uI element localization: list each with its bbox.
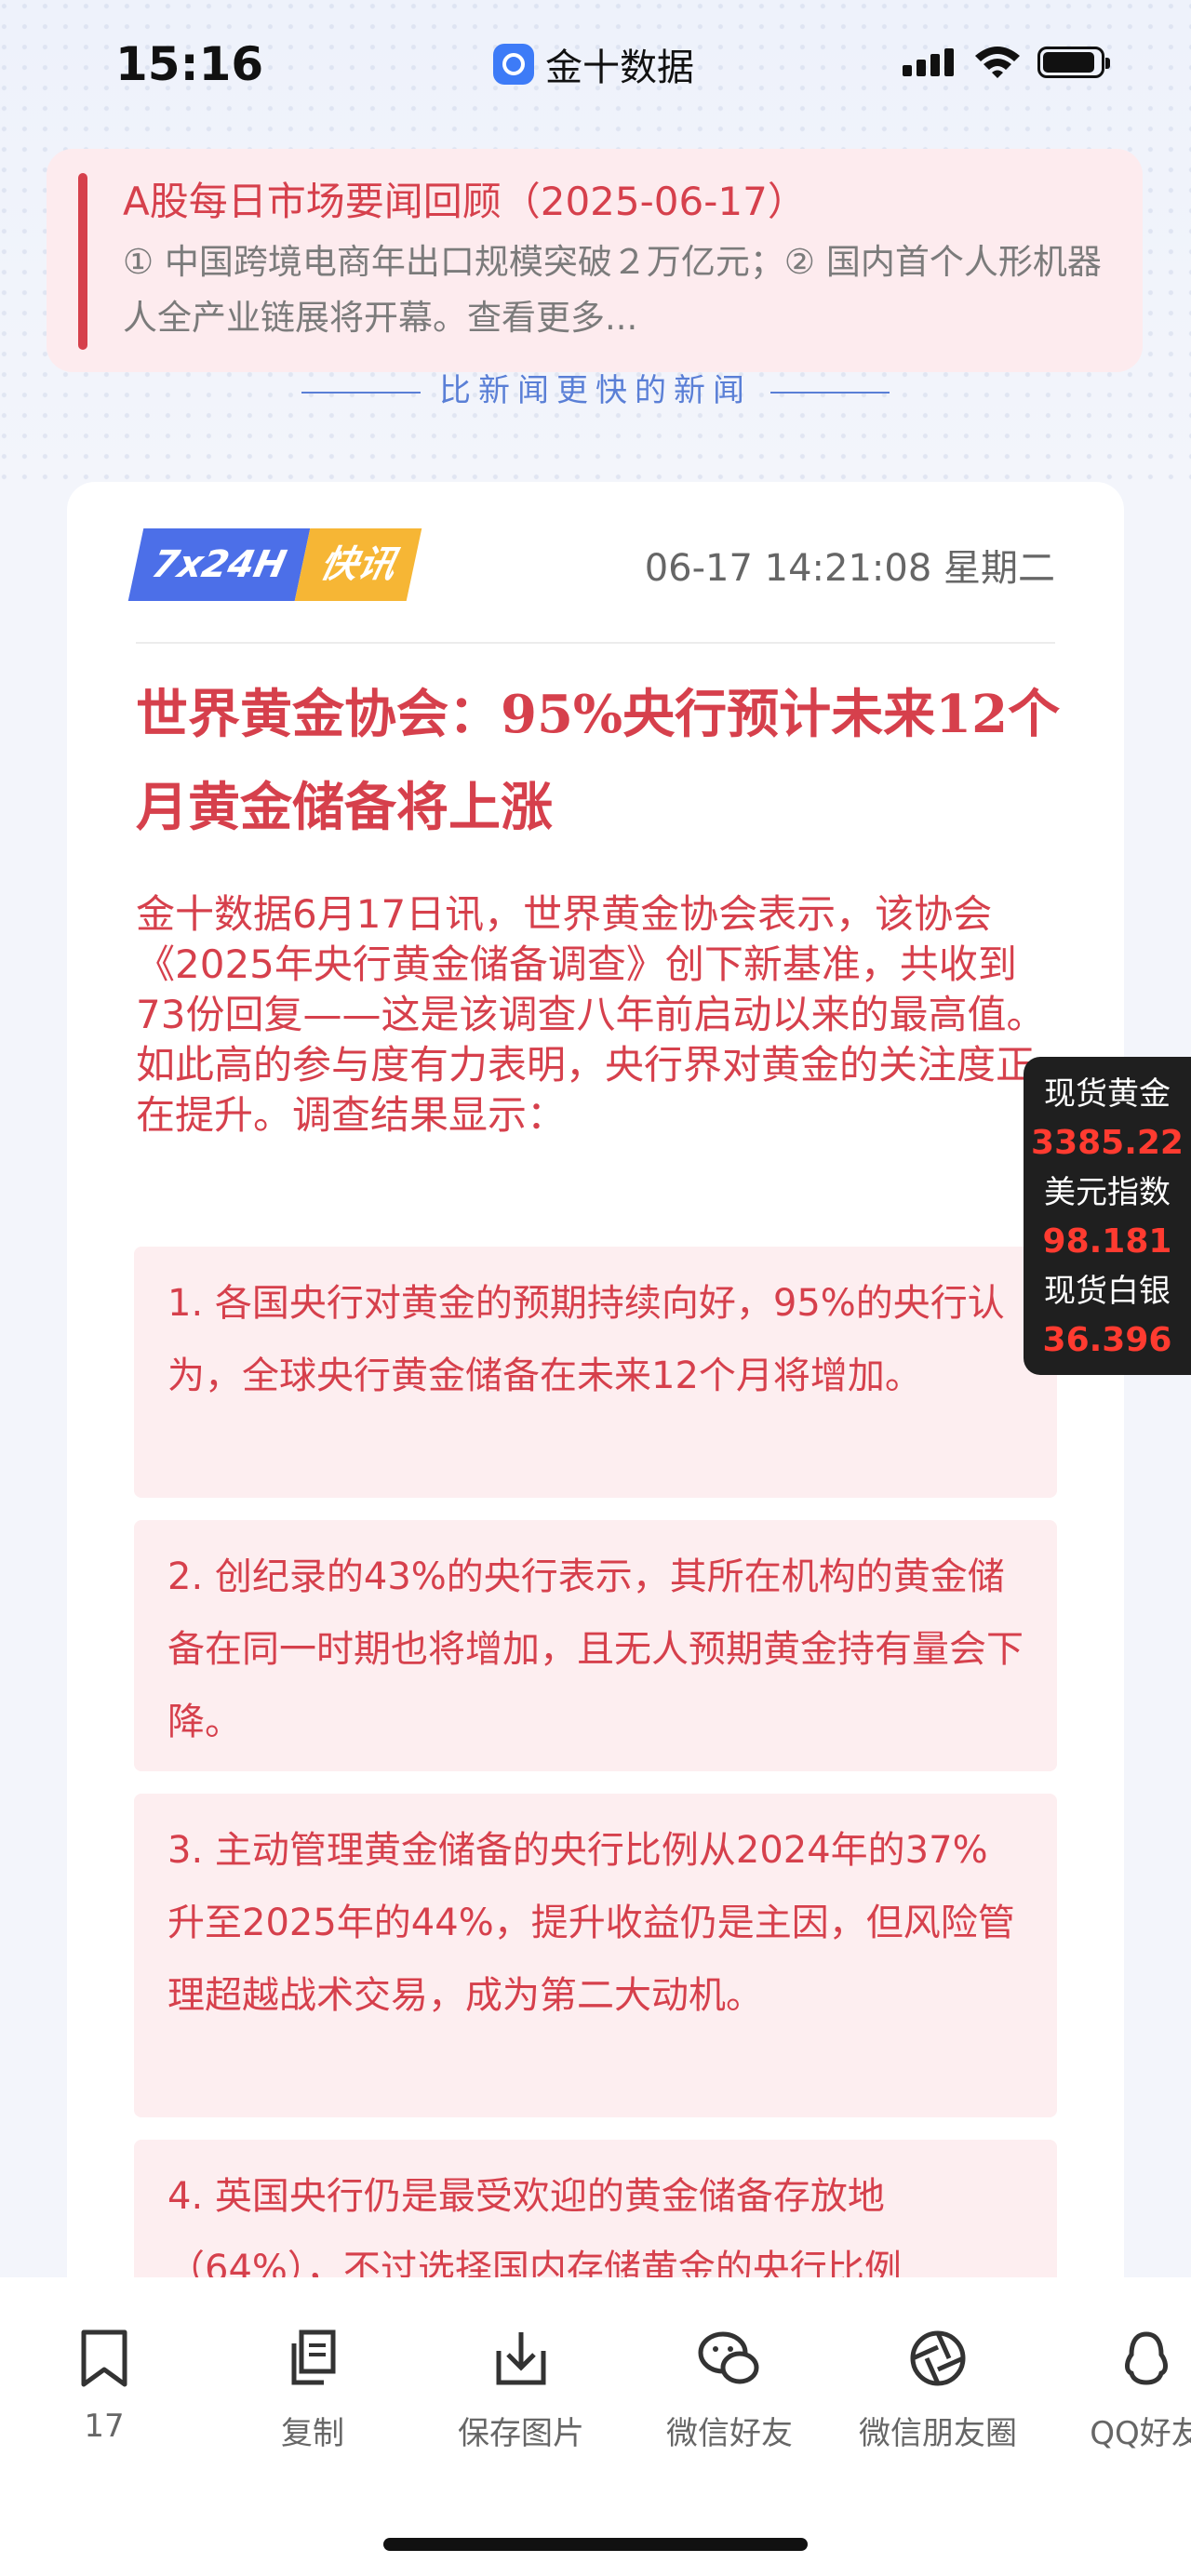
qq-icon	[1125, 2331, 1168, 2385]
bookmark-button[interactable]: 17	[2, 2326, 207, 2445]
save-image-button[interactable]: 保存图片	[419, 2326, 623, 2453]
price-quote-panel[interactable]: 现货黄金 3385.22 美元指数 98.181 现货白银 36.396	[1024, 1057, 1191, 1375]
quote-name-gold: 现货黄金	[1044, 1075, 1171, 1113]
moments-icon	[910, 2330, 966, 2386]
quote-name-silver: 现货白银	[1044, 1273, 1171, 1310]
status-bar: 15:16 金十数据	[0, 0, 1191, 130]
news-point-3: 3. 主动管理黄金储备的央行比例从2024年的37%升至2025年的44%，提升…	[134, 1794, 1057, 2117]
app-logo-icon	[493, 44, 534, 85]
badge-flash: 快讯	[294, 528, 422, 601]
wechat-friends-label: 微信好友	[666, 2415, 793, 2452]
copy-button[interactable]: 复制	[210, 2326, 415, 2453]
copy-label: 复制	[281, 2415, 344, 2452]
quote-value-silver: 36.396	[1042, 1321, 1172, 1359]
app-name: 金十数据	[545, 47, 694, 89]
badge-7x24h: 7x24H	[127, 528, 311, 601]
battery-icon	[1037, 47, 1110, 78]
flash-news-badge: 7x24H 快讯	[127, 528, 422, 601]
copy-icon	[291, 2329, 336, 2385]
home-indicator[interactable]	[383, 2538, 808, 2551]
news-card: 7x24H 快讯 06-17 14:21:08 星期二 世界黄金协会：95%央行…	[67, 482, 1124, 2382]
slogan-line-left	[301, 391, 421, 394]
news-title: 世界黄金协会：95%央行预计未来12个月黄金储备将上涨	[136, 684, 1061, 838]
save-image-label: 保存图片	[458, 2415, 584, 2452]
app-label[interactable]: 金十数据	[493, 37, 694, 91]
slogan-line-right	[770, 391, 890, 394]
wechat-icon	[698, 2331, 759, 2384]
wifi-icon	[975, 47, 1020, 78]
card-divider	[136, 642, 1055, 644]
wechat-moments-button[interactable]: 微信朋友圈	[836, 2326, 1040, 2453]
quote-name-usd-index: 美元指数	[1044, 1174, 1171, 1211]
banner-description: ① 中国跨境电商年出口规模突破２万亿元；② 国内首个人形机器人全产业链展将开幕。…	[123, 242, 1102, 338]
slogan-text: 比新闻更快的新闻	[439, 372, 752, 409]
slogan: 比新闻更快的新闻	[0, 365, 1191, 410]
news-point-2: 2. 创纪录的43%的央行表示，其所在机构的黄金储备在同一时期也将增加，且无人预…	[134, 1520, 1057, 1771]
qq-friends-label: QQ好友	[1090, 2415, 1191, 2452]
share-toolbar: 17 复制 保存图片 微信好友 微信朋友圈 QQ好友	[0, 2277, 1191, 2576]
bookmark-count: 17	[84, 2408, 125, 2445]
quote-value-gold: 3385.22	[1031, 1124, 1184, 1162]
download-icon	[496, 2332, 546, 2385]
quote-value-usd-index: 98.181	[1042, 1222, 1172, 1261]
cellular-signal-icon	[903, 48, 954, 76]
news-lead-paragraph: 金十数据6月17日讯，世界黄金协会表示，该协会《2025年央行黄金储备调查》创下…	[136, 891, 1046, 1138]
status-time: 15:16	[115, 37, 264, 91]
news-point-1: 1. 各国央行对黄金的预期持续向好，95%的央行认为，全球央行黄金储备在未来12…	[134, 1247, 1057, 1498]
qq-friends-button[interactable]: QQ好友	[1044, 2326, 1191, 2453]
wechat-moments-label: 微信朋友圈	[859, 2415, 1017, 2452]
banner-title: A股每日市场要闻回顾（2025-06-17）	[123, 179, 807, 224]
wechat-friends-button[interactable]: 微信好友	[627, 2326, 832, 2453]
market-news-banner[interactable]: A股每日市场要闻回顾（2025-06-17） ① 中国跨境电商年出口规模突破２万…	[47, 149, 1143, 372]
news-timestamp: 06-17 14:21:08 星期二	[644, 547, 1055, 590]
bookmark-icon	[81, 2329, 127, 2387]
